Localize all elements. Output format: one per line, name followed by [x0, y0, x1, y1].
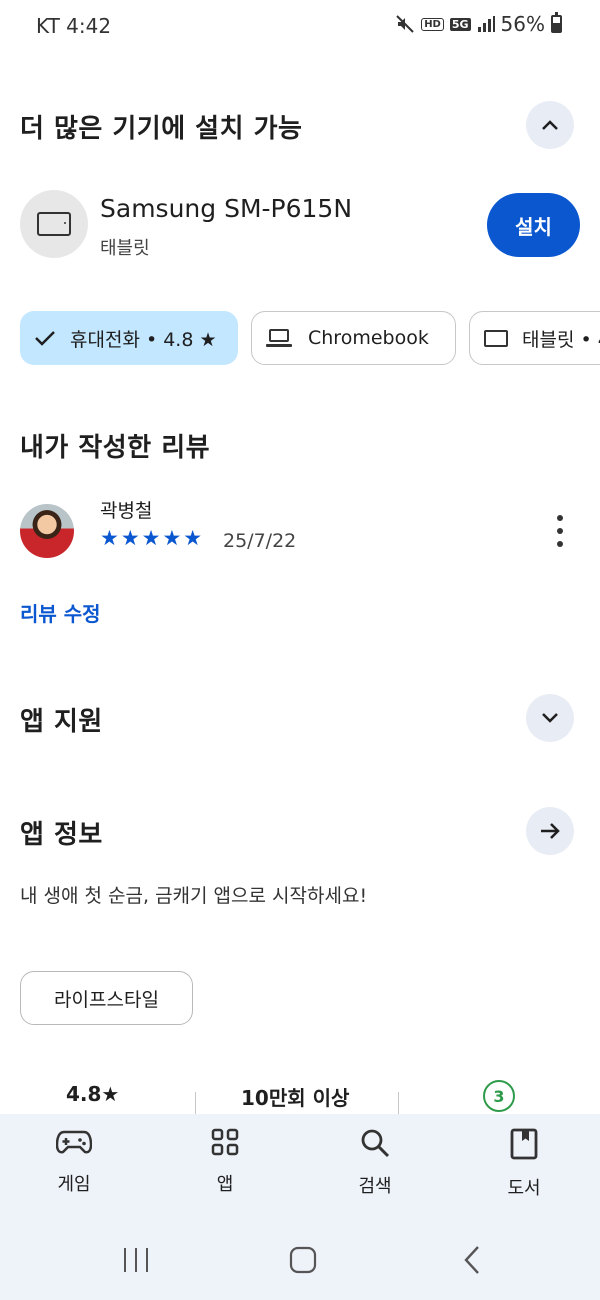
- nav-search[interactable]: 검색: [325, 1128, 425, 1198]
- stat-rating-value: 4.8★: [66, 1082, 120, 1106]
- rating-stars: ★★★★★: [100, 526, 205, 550]
- edit-review-link[interactable]: 리뷰 수정: [20, 598, 101, 627]
- more-options-icon[interactable]: [552, 515, 568, 547]
- divider: [195, 1092, 196, 1116]
- mute-icon: [396, 15, 414, 33]
- home-icon[interactable]: [288, 1245, 318, 1275]
- stat-downloads: 10만회 이상: [241, 1086, 350, 1110]
- category-chip[interactable]: 라이프스타일: [20, 971, 193, 1025]
- chip-phone-label: 휴대전화 • 4.8 ★: [70, 328, 217, 351]
- review-date: 25/7/22: [223, 530, 297, 552]
- check-icon: [35, 331, 55, 346]
- hd-icon: HD: [421, 17, 444, 31]
- more-devices-title: 더 많은 기기에 설치 가능: [20, 114, 303, 144]
- signal-icon: [477, 16, 495, 32]
- app-info-title: 앱 정보: [20, 820, 103, 850]
- chevron-down-icon: [542, 713, 558, 723]
- stat-rating: 4.8★: [66, 1082, 119, 1106]
- app-support-title: 앱 지원: [20, 707, 103, 737]
- device-avatar: [20, 190, 88, 258]
- nav-apps[interactable]: 앱: [175, 1128, 275, 1196]
- nav-books[interactable]: 도서: [474, 1128, 574, 1200]
- chip-tablet-label: 태블릿 • 4: [522, 328, 600, 351]
- tablet-icon: [484, 329, 508, 347]
- nav-books-label: 도서: [507, 1178, 541, 1199]
- app-description: 내 생애 첫 순금, 금캐기 앱으로 시작하세요!: [20, 885, 368, 907]
- arrow-right-icon: [541, 823, 560, 839]
- laptop-icon: [266, 329, 292, 347]
- chip-chromebook-label: Chromebook: [308, 327, 429, 349]
- apps-grid-icon: [211, 1128, 239, 1156]
- app-info-button[interactable]: [526, 807, 574, 855]
- network-5g-icon: 5G: [449, 17, 471, 31]
- device-type: 태블릿: [100, 238, 150, 259]
- book-icon: [510, 1128, 538, 1160]
- status-time: KT 4:42: [36, 14, 112, 38]
- expand-support-button[interactable]: [526, 694, 574, 742]
- status-icons: HD 5G 56%: [395, 12, 562, 36]
- recent-apps-icon[interactable]: [122, 1246, 150, 1274]
- install-button[interactable]: 설치: [487, 193, 580, 257]
- divider: [398, 1092, 399, 1116]
- avatar: [20, 504, 74, 558]
- search-icon: [361, 1129, 390, 1158]
- chevron-up-icon: [542, 120, 558, 130]
- nav-search-label: 검색: [358, 1176, 392, 1197]
- nav-apps-label: 앱: [216, 1174, 234, 1195]
- battery-percent: 56%: [500, 12, 545, 36]
- collapse-button[interactable]: [526, 101, 574, 149]
- reviewer-name: 곽병철: [100, 500, 153, 522]
- chip-tablet[interactable]: 태블릿 • 4: [469, 311, 600, 365]
- chip-phone[interactable]: 휴대전화 • 4.8 ★: [20, 311, 238, 365]
- battery-icon: [551, 12, 562, 33]
- gamepad-icon: [56, 1130, 92, 1154]
- chip-chromebook[interactable]: Chromebook: [251, 311, 456, 365]
- device-name: Samsung SM-P615N: [100, 194, 353, 223]
- nav-games-label: 게임: [57, 1174, 91, 1195]
- my-review-title: 내가 작성한 리뷰: [20, 433, 211, 463]
- age-rating-badge: 3: [483, 1080, 515, 1112]
- nav-games[interactable]: 게임: [24, 1128, 124, 1196]
- back-icon[interactable]: [462, 1245, 482, 1275]
- tablet-icon: [37, 212, 71, 236]
